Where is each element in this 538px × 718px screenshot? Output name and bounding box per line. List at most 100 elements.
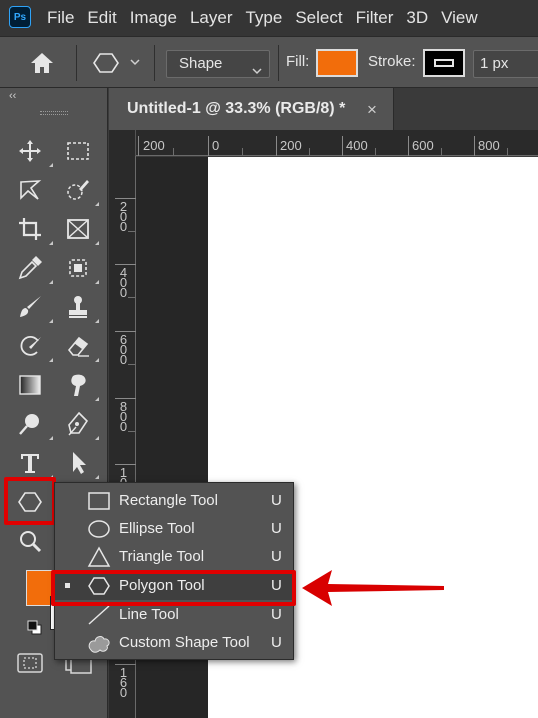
menu-file[interactable]: File <box>40 0 80 36</box>
horizontal-ruler[interactable]: 200 0 200 400 600 800 <box>136 130 538 156</box>
more-tools-indicator <box>49 241 53 245</box>
ruler-label: 400 <box>346 138 368 153</box>
default-colors-icon[interactable] <box>27 620 43 636</box>
rectangle-icon <box>85 490 113 512</box>
menu-view[interactable]: View <box>434 0 484 36</box>
stroke-label: Stroke: <box>368 53 416 70</box>
flyout-item-shortcut: U <box>271 492 282 509</box>
fill-color-swatch[interactable] <box>316 49 358 77</box>
menu-image[interactable]: Image <box>123 0 183 36</box>
brush-icon[interactable] <box>15 292 45 322</box>
triangle-icon <box>85 546 113 568</box>
pen-icon[interactable] <box>63 409 93 439</box>
path-select-icon[interactable] <box>63 448 93 478</box>
ruler-label: 8 0 0 <box>119 399 128 434</box>
collapse-panel-icon[interactable]: ‹‹ <box>9 90 16 102</box>
ruler-tick <box>173 148 174 156</box>
menu-bar: Ps File Edit Image Layer Type Select Fil… <box>0 0 538 36</box>
flyout-item-ellipse[interactable]: Ellipse Tool U <box>55 515 293 543</box>
flyout-item-rectangle[interactable]: Rectangle Tool U <box>55 487 293 515</box>
menu-type[interactable]: Type <box>238 0 288 36</box>
photoshop-logo: Ps <box>9 6 31 28</box>
more-tools-indicator <box>49 436 53 440</box>
tool-preset-polygon-icon[interactable] <box>92 51 120 75</box>
mode-select[interactable]: Shape <box>166 50 270 78</box>
ruler-tick <box>408 136 409 156</box>
gradient-icon[interactable] <box>15 370 45 400</box>
stamp-icon[interactable] <box>63 292 93 322</box>
dodge-icon[interactable] <box>15 409 45 439</box>
marquee-icon[interactable] <box>63 136 93 166</box>
patch-heal-icon[interactable] <box>63 253 93 283</box>
line-icon <box>85 604 113 626</box>
flyout-item-shortcut: U <box>271 634 282 651</box>
flyout-item-shortcut: U <box>271 606 282 623</box>
ruler-label: 800 <box>478 138 500 153</box>
flyout-item-custom-shape[interactable]: Custom Shape Tool U <box>55 629 293 657</box>
more-tools-indicator <box>95 436 99 440</box>
menu-edit[interactable]: Edit <box>80 0 122 36</box>
type-icon[interactable] <box>15 448 45 478</box>
crop-icon[interactable] <box>15 214 45 244</box>
flyout-item-label: Triangle Tool <box>119 548 205 565</box>
ruler-tick <box>375 148 376 156</box>
more-tools-indicator <box>49 280 53 284</box>
frame-icon[interactable] <box>63 214 93 244</box>
more-tools-indicator <box>49 163 53 167</box>
menu-select[interactable]: Select <box>288 0 348 36</box>
history-brush-icon[interactable] <box>15 331 45 361</box>
ruler-label: 4 0 0 <box>119 265 128 300</box>
chevron-down-icon[interactable] <box>128 55 142 69</box>
flyout-item-shortcut: U <box>271 548 282 565</box>
ruler-origin[interactable] <box>109 130 136 156</box>
options-separator <box>76 45 77 81</box>
ruler-tick <box>242 148 243 156</box>
menu-filter[interactable]: Filter <box>349 0 400 36</box>
mode-select-value: Shape <box>179 55 223 72</box>
ruler-tick <box>474 136 475 156</box>
ruler-label: 6 0 0 <box>119 332 128 367</box>
ruler-tick <box>128 364 136 365</box>
quick-mask-icon[interactable] <box>16 652 44 674</box>
eyedropper-icon[interactable] <box>15 253 45 283</box>
polygon-tool-highlight <box>51 570 296 606</box>
stroke-width-field[interactable]: 1 px <box>473 50 538 78</box>
ruler-tick <box>309 148 310 156</box>
zoom-icon[interactable] <box>15 526 45 556</box>
fill-label: Fill: <box>286 53 310 70</box>
ruler-label: 1 6 0 <box>119 665 128 700</box>
panel-grip[interactable] <box>40 111 68 115</box>
shape-tool-highlight <box>4 477 56 525</box>
ellipse-icon <box>85 518 113 540</box>
close-icon[interactable]: × <box>367 100 377 120</box>
options-bar: Shape Fill: Stroke: 1 px <box>0 36 538 88</box>
ruler-tick <box>128 431 136 432</box>
smudge-icon[interactable] <box>63 370 93 400</box>
quick-select-icon[interactable] <box>63 175 93 205</box>
menu-layer[interactable]: Layer <box>183 0 239 36</box>
stroke-preview-icon <box>434 59 454 67</box>
flyout-item-shortcut: U <box>271 520 282 537</box>
document-title: Untitled-1 @ 33.3% (RGB/8) * <box>127 100 346 117</box>
options-separator <box>278 45 279 81</box>
stroke-color-swatch[interactable] <box>423 49 465 77</box>
flyout-item-label: Custom Shape Tool <box>119 634 250 651</box>
ruler-tick <box>138 136 139 156</box>
more-tools-indicator <box>95 202 99 206</box>
ruler-tick <box>441 148 442 156</box>
menu-3d[interactable]: 3D <box>399 0 434 36</box>
eraser-icon[interactable] <box>63 331 93 361</box>
home-icon[interactable] <box>28 51 56 75</box>
ruler-label: 600 <box>412 138 434 153</box>
ruler-tick <box>507 148 508 156</box>
more-tools-indicator <box>95 241 99 245</box>
move-icon[interactable] <box>15 136 45 166</box>
flyout-item-label: Rectangle Tool <box>119 492 218 509</box>
more-tools-indicator <box>95 475 99 479</box>
flyout-item-triangle[interactable]: Triangle Tool U <box>55 543 293 571</box>
document-tab[interactable]: Untitled-1 @ 33.3% (RGB/8) * × <box>109 88 394 130</box>
ruler-tick <box>208 136 209 156</box>
custom-shape-icon <box>85 632 113 654</box>
ruler-tick <box>128 231 136 232</box>
lasso-icon[interactable] <box>15 175 45 205</box>
